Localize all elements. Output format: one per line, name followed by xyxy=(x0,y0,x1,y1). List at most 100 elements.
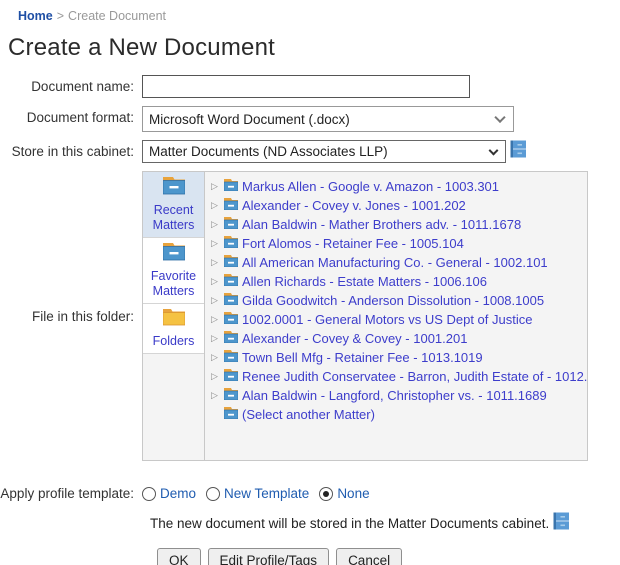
document-format-value: Microsoft Word Document (.docx) xyxy=(143,112,350,127)
matter-row[interactable]: ▷ Alan Baldwin - Langford, Christopher vs… xyxy=(211,386,587,405)
matter-folder-icon xyxy=(163,182,185,199)
matter-folder-icon xyxy=(224,387,238,405)
matter-folder-icon xyxy=(224,197,238,215)
expand-arrow-icon[interactable]: ▷ xyxy=(211,219,224,230)
radio-none-label: None xyxy=(337,486,369,501)
file-in-folder-row: File in this folder: Recent Matters Favo… xyxy=(0,171,620,461)
document-name-label: Document name: xyxy=(0,75,142,94)
breadcrumb-separator: > xyxy=(57,9,64,23)
page-title: Create a New Document xyxy=(8,34,620,62)
document-name-input[interactable] xyxy=(142,75,470,98)
expand-arrow-icon[interactable]: ▷ xyxy=(211,371,224,382)
matter-folder-icon xyxy=(224,292,238,310)
breadcrumb-current: Create Document xyxy=(68,9,166,23)
profile-template-row: Apply profile template: Demo New Templat… xyxy=(0,486,620,501)
matter-folder-icon xyxy=(224,235,238,253)
storage-note: The new document will be stored in the M… xyxy=(150,516,549,531)
edit-profile-tags-button[interactable]: Edit Profile/Tags xyxy=(208,548,330,565)
radio-new-template[interactable]: New Template xyxy=(206,486,309,501)
expand-arrow-icon[interactable]: ▷ xyxy=(211,257,224,268)
tab-recent-matters[interactable]: Recent Matters xyxy=(143,172,204,238)
document-format-select[interactable]: Microsoft Word Document (.docx) xyxy=(142,106,514,132)
matter-folder-icon xyxy=(163,248,185,265)
breadcrumb-home-link[interactable]: Home xyxy=(18,9,53,23)
radio-none-circle[interactable] xyxy=(319,487,333,501)
matter-link[interactable]: All American Manufacturing Co. - General… xyxy=(242,255,548,270)
folder-browser: Recent Matters Favorite Matters Folders … xyxy=(142,171,588,461)
radio-new-template-circle[interactable] xyxy=(206,487,220,501)
matter-row[interactable]: ▷ All American Manufacturing Co. - Genera… xyxy=(211,253,587,272)
matter-row[interactable]: ▷ Town Bell Mfg - Retainer Fee - 1013.101… xyxy=(211,348,587,367)
matter-link[interactable]: Fort Alomos - Retainer Fee - 1005.104 xyxy=(242,236,464,251)
profile-template-label: Apply profile template: xyxy=(0,486,142,501)
select-another-matter-link[interactable]: (Select another Matter) xyxy=(242,407,375,422)
matter-row[interactable]: ▷ Fort Alomos - Retainer Fee - 1005.104 xyxy=(211,234,587,253)
radio-demo-label: Demo xyxy=(160,486,196,501)
matter-folder-icon xyxy=(224,311,238,329)
cabinet-row: Store in this cabinet: Matter Documents … xyxy=(0,140,620,163)
matter-folder-icon xyxy=(224,216,238,234)
matter-row[interactable]: ▷ Allen Richards - Estate Matters - 1006.… xyxy=(211,272,587,291)
select-another-matter-row[interactable]: (Select another Matter) xyxy=(211,405,587,424)
document-format-label: Document format: xyxy=(0,106,142,125)
storage-note-row: The new document will be stored in the M… xyxy=(0,512,620,535)
matter-row[interactable]: ▷ Gilda Goodwitch - Anderson Dissolution … xyxy=(211,291,587,310)
matter-link[interactable]: Renee Judith Conservatee - Barron, Judit… xyxy=(242,369,587,384)
radio-demo-circle[interactable] xyxy=(142,487,156,501)
radio-demo[interactable]: Demo xyxy=(142,486,196,501)
expand-arrow-icon[interactable]: ▷ xyxy=(211,390,224,401)
matter-link[interactable]: Alexander - Covey & Covey - 1001.201 xyxy=(242,331,467,346)
matter-folder-icon xyxy=(224,254,238,272)
tab-favorite-matters[interactable]: Favorite Matters xyxy=(143,238,204,304)
expand-arrow-icon[interactable]: ▷ xyxy=(211,200,224,211)
matter-link[interactable]: Alan Baldwin - Mather Brothers adv. - 10… xyxy=(242,217,521,232)
cabinet-value: Matter Documents (ND Associates LLP) xyxy=(143,144,388,159)
matter-folder-icon xyxy=(224,178,238,196)
matter-row[interactable]: ▷ Alexander - Covey & Covey - 1001.201 xyxy=(211,329,587,348)
cabinet-select[interactable]: Matter Documents (ND Associates LLP) xyxy=(142,140,506,163)
matter-folder-icon xyxy=(224,330,238,348)
chevron-down-icon xyxy=(489,145,499,155)
matter-folder-icon xyxy=(224,406,238,424)
document-name-row: Document name: xyxy=(0,75,620,98)
expand-arrow-icon[interactable]: ▷ xyxy=(211,238,224,249)
tab-favorite-matters-label: Favorite Matters xyxy=(145,269,202,299)
expand-arrow-icon[interactable]: ▷ xyxy=(211,352,224,363)
radio-new-template-label: New Template xyxy=(224,486,309,501)
expand-arrow-icon[interactable]: ▷ xyxy=(211,295,224,306)
radio-none[interactable]: None xyxy=(319,486,369,501)
matter-list: ▷ Markus Allen - Google v. Amazon - 1003.… xyxy=(205,172,587,460)
matter-row[interactable]: ▷ Markus Allen - Google v. Amazon - 1003.… xyxy=(211,177,587,196)
matter-row[interactable]: ▷ 1002.0001 - General Motors vs US Dept o… xyxy=(211,310,587,329)
document-format-row: Document format: Microsoft Word Document… xyxy=(0,106,620,132)
action-buttons: OK Edit Profile/Tags Cancel xyxy=(0,548,620,565)
matter-link[interactable]: Town Bell Mfg - Retainer Fee - 1013.1019 xyxy=(242,350,483,365)
matter-row[interactable]: ▷ Renee Judith Conservatee - Barron, Judi… xyxy=(211,367,587,386)
matter-row[interactable]: ▷ Alexander - Covey v. Jones - 1001.202 xyxy=(211,196,587,215)
matter-folder-icon xyxy=(224,349,238,367)
matter-folder-icon xyxy=(224,273,238,291)
matter-link[interactable]: Markus Allen - Google v. Amazon - 1003.3… xyxy=(242,179,499,194)
cancel-button[interactable]: Cancel xyxy=(336,548,402,565)
ok-button[interactable]: OK xyxy=(157,548,201,565)
matter-folder-icon xyxy=(224,368,238,386)
folder-browser-tabs: Recent Matters Favorite Matters Folders xyxy=(143,172,205,460)
matter-link[interactable]: Allen Richards - Estate Matters - 1006.1… xyxy=(242,274,487,289)
profile-template-options: Demo New Template None xyxy=(142,486,370,501)
tab-recent-matters-label: Recent Matters xyxy=(145,203,202,233)
expand-arrow-icon[interactable]: ▷ xyxy=(211,314,224,325)
matter-link[interactable]: Alexander - Covey v. Jones - 1001.202 xyxy=(242,198,466,213)
matter-link[interactable]: Alan Baldwin - Langford, Christopher vs.… xyxy=(242,388,547,403)
expand-arrow-icon[interactable]: ▷ xyxy=(211,181,224,192)
cabinet-icon xyxy=(553,512,570,535)
tab-folders[interactable]: Folders xyxy=(143,304,204,354)
expand-arrow-icon[interactable]: ▷ xyxy=(211,333,224,344)
file-in-folder-label: File in this folder: xyxy=(0,309,142,324)
expand-arrow-icon[interactable]: ▷ xyxy=(211,276,224,287)
matter-link[interactable]: 1002.0001 - General Motors vs US Dept of… xyxy=(242,312,532,327)
breadcrumb: Home > Create Document xyxy=(0,0,620,23)
cabinet-icon[interactable] xyxy=(510,140,527,163)
matter-link[interactable]: Gilda Goodwitch - Anderson Dissolution -… xyxy=(242,293,544,308)
matter-row[interactable]: ▷ Alan Baldwin - Mather Brothers adv. - 1… xyxy=(211,215,587,234)
yellow-folder-icon xyxy=(163,313,185,330)
